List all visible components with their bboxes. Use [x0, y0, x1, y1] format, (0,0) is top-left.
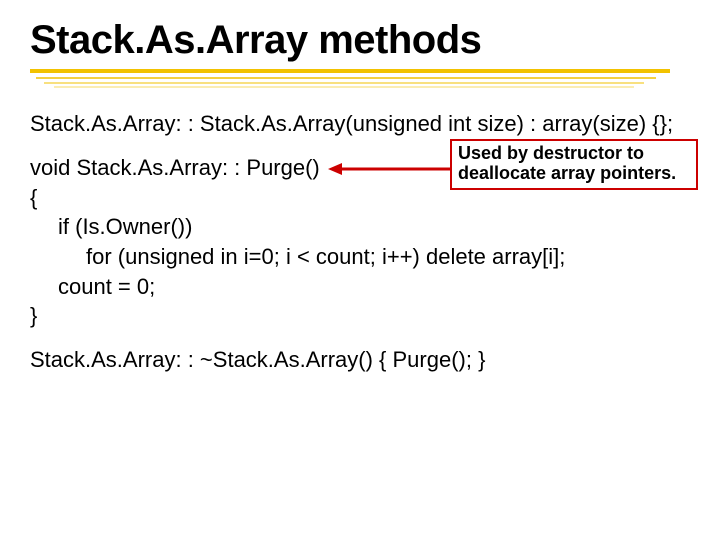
slide-title: Stack.As.Array methods	[30, 18, 690, 63]
callout-line1: Used by destructor to	[458, 143, 690, 164]
code-purge-signature: void Stack.As.Array: : Purge()	[30, 153, 320, 183]
code-brace-close: }	[30, 301, 690, 331]
callout-line2: deallocate array pointers.	[458, 163, 690, 184]
slide: Stack.As.Array methods Stack.As.Array: :…	[0, 0, 720, 375]
code-for-line: for (unsigned in i=0; i < count; i++) de…	[30, 242, 690, 272]
code-purge-block: void Stack.As.Array: : Purge() Used by d…	[30, 153, 690, 331]
code-if-line: if (Is.Owner())	[30, 212, 690, 242]
code-count-line: count = 0;	[30, 272, 690, 302]
callout-box: Used by destructor to deallocate array p…	[450, 139, 698, 190]
code-constructor: Stack.As.Array: : Stack.As.Array(unsigne…	[30, 109, 690, 139]
content-area: Stack.As.Array: : Stack.As.Array(unsigne…	[30, 109, 690, 375]
code-destructor: Stack.As.Array: : ~Stack.As.Array() { Pu…	[30, 345, 690, 375]
title-underline	[30, 65, 690, 95]
arrow-icon	[328, 161, 454, 177]
